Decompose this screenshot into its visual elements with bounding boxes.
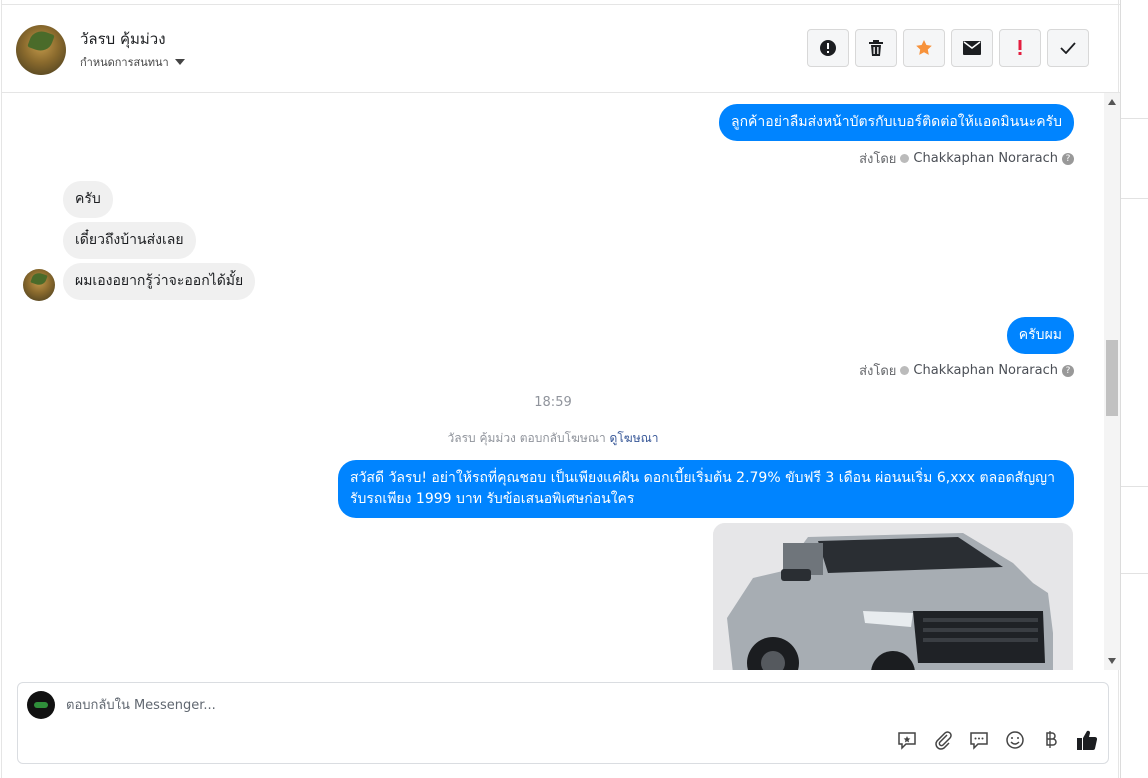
check-icon xyxy=(900,154,910,163)
timestamp: 18:59 xyxy=(534,395,572,410)
ad-image[interactable] xyxy=(713,523,1073,670)
exclamation-circle-icon xyxy=(820,40,836,56)
sent-by-label: ส่งโดย xyxy=(859,152,897,167)
composer-toolbar xyxy=(896,729,1098,751)
ad-reply-text: วัลรบ คุ้มม่วง ตอบกลับโฆษณา xyxy=(447,431,606,445)
saved-reply-icon[interactable] xyxy=(896,729,918,751)
follow-up-button[interactable] xyxy=(999,29,1041,67)
message-outgoing[interactable]: ครับผม xyxy=(1006,317,1074,354)
message-incoming[interactable]: เดี๋ยวถึงบ้านส่งเลย xyxy=(63,222,196,259)
ad-reply-notice: วัลรบ คุ้มม่วง ตอบกลับโฆษณา ดูโฆษณา xyxy=(2,429,1104,448)
scroll-down-icon[interactable] xyxy=(1108,658,1116,664)
sent-by-line: ส่งโดย Chakkaphan Norarach ? xyxy=(859,360,1074,381)
conversation-header: วัลรบ คุ้มม่วง กำหนดการสนทนา xyxy=(2,4,1120,93)
mark-spam-button[interactable] xyxy=(807,29,849,67)
avatar[interactable] xyxy=(23,269,55,301)
help-icon[interactable]: ? xyxy=(1062,364,1074,377)
message-outgoing[interactable]: ลูกค้าอย่าลืมส่งหน้าบัตรกับเบอร์ติดต่อให… xyxy=(719,104,1074,141)
message-outgoing[interactable]: สวัสดี วัลรบ! อย่าให้รถที่คุณชอบ เป็นเพี… xyxy=(338,460,1074,518)
check-icon xyxy=(900,366,910,375)
chat-bubble-icon[interactable] xyxy=(968,729,990,751)
sent-by-label: ส่งโดย xyxy=(859,364,897,379)
app-window: วัลรบ คุ้มม่วง กำหนดการสนทนา ลูกค้าอย่าล… xyxy=(0,0,1148,778)
message-composer xyxy=(17,682,1109,764)
scroll-up-icon[interactable] xyxy=(1108,99,1116,105)
avatar[interactable] xyxy=(16,25,66,75)
pickup-truck-image xyxy=(713,523,1073,670)
right-sidebar-edge xyxy=(1120,0,1148,778)
emoji-icon[interactable] xyxy=(1004,729,1026,751)
star-icon xyxy=(916,40,932,55)
delete-button[interactable] xyxy=(855,29,897,67)
mark-done-button[interactable] xyxy=(1047,29,1089,67)
trash-icon xyxy=(869,40,883,56)
mark-unread-button[interactable] xyxy=(951,29,993,67)
conversation-panel: วัลรบ คุ้มม่วง กำหนดการสนทนา ลูกค้าอย่าล… xyxy=(1,0,1120,778)
scrollbar-thumb[interactable] xyxy=(1106,340,1118,416)
chat-scrollbar[interactable] xyxy=(1104,93,1120,670)
baht-icon[interactable] xyxy=(1040,729,1062,751)
message-thread[interactable]: ลูกค้าอย่าลืมส่งหน้าบัตรกับเบอร์ติดต่อให… xyxy=(2,93,1104,670)
view-ad-link[interactable]: ดูโฆษณา xyxy=(610,431,659,445)
star-button[interactable] xyxy=(903,29,945,67)
reply-input[interactable] xyxy=(66,695,966,715)
attachment-icon[interactable] xyxy=(932,729,954,751)
caret-down-icon xyxy=(174,59,185,65)
checkmark-icon xyxy=(1060,42,1076,54)
envelope-icon xyxy=(963,41,981,55)
agent-name[interactable]: Chakkaphan Norarach xyxy=(913,363,1058,378)
message-incoming[interactable]: ผมเองอยากรู้ว่าจะออกได้มั้ย xyxy=(63,263,256,300)
help-icon[interactable]: ? xyxy=(1062,152,1074,165)
page-avatar xyxy=(27,691,55,719)
message-incoming[interactable]: ครับ xyxy=(63,181,113,218)
contact-name[interactable]: วัลรบ คุ้มม่วง xyxy=(80,27,166,51)
assign-conversation-dropdown[interactable]: กำหนดการสนทนา xyxy=(80,53,185,71)
sent-by-line: ส่งโดย Chakkaphan Norarach ? xyxy=(859,148,1074,169)
header-actions xyxy=(807,29,1089,67)
thumbs-up-icon[interactable] xyxy=(1076,729,1098,751)
exclamation-red-icon xyxy=(1018,40,1022,55)
assign-label: กำหนดการสนทนา xyxy=(80,56,169,69)
agent-name[interactable]: Chakkaphan Norarach xyxy=(913,151,1058,166)
